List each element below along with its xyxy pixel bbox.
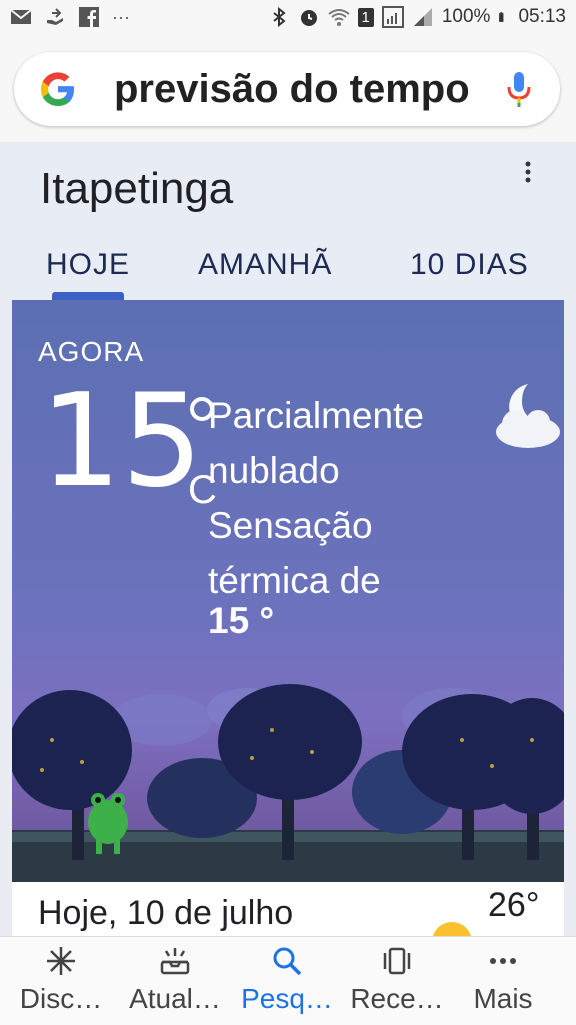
daily-forecast-row[interactable]: Hoje, 10 de julho 26°	[12, 882, 564, 942]
share-hand-icon	[47, 8, 63, 25]
discover-icon	[47, 947, 75, 975]
nav-search[interactable]: Pesq…	[232, 937, 342, 1025]
current-temperature: 15	[40, 367, 203, 516]
moon-cloud-icon	[496, 384, 560, 448]
nav-more[interactable]: Mais	[448, 937, 558, 1025]
signal-strength-icon	[413, 8, 432, 26]
more-notifications-icon: ···	[112, 6, 130, 27]
tab-amanha[interactable]: AMANHÃ	[198, 248, 332, 282]
nav-more-label: Mais	[473, 983, 533, 1014]
nav-updates[interactable]: Atual…	[120, 937, 230, 1025]
now-label: AGORA	[38, 336, 145, 367]
updates-icon	[160, 948, 190, 975]
bluetooth-icon	[272, 6, 286, 28]
feels-like-value: 15 °	[208, 600, 275, 641]
feels-like-label: Sensação térmica de	[208, 505, 381, 601]
night-scene-illustration	[12, 684, 564, 882]
active-tab-indicator	[52, 292, 124, 300]
search-icon	[273, 947, 302, 976]
nav-recent-label: Rece…	[350, 983, 444, 1014]
google-logo-icon[interactable]	[38, 69, 78, 109]
status-right: 1 100% 05:13	[268, 6, 566, 28]
nav-discover[interactable]: Disc…	[6, 937, 116, 1025]
nav-recent[interactable]: Rece…	[342, 937, 452, 1025]
nav-discover-label: Disc…	[19, 983, 103, 1014]
alarm-icon	[300, 10, 317, 26]
bottom-navigation: Disc… Atual… Pesq… Rece… Mais	[0, 936, 576, 1025]
current-weather-panel: AGORA 15 C Parcialmente nublado Sensação…	[12, 300, 564, 882]
recent-icon	[383, 947, 411, 975]
nav-search-label: Pesq…	[241, 983, 333, 1014]
forecast-date: Hoje, 10 de julho	[38, 894, 294, 932]
tab-hoje[interactable]: HOJE	[46, 248, 130, 282]
battery-percent: 100%	[441, 6, 491, 27]
weather-card: Itapetinga HOJE AMANHÃ 10 DIAS AGORA 15 …	[12, 142, 564, 942]
status-time: 05:13	[518, 6, 566, 27]
search-input[interactable]: previsão do tempo	[114, 66, 484, 112]
condition-text: Parcialmente nublado	[208, 395, 424, 491]
weather-condition: Parcialmente nublado Sensação térmica de	[208, 388, 478, 608]
signal-icon	[381, 6, 404, 28]
more-icon	[490, 958, 516, 964]
status-bar: ··· 1 100% 05:13	[0, 0, 576, 38]
tab-10-dias[interactable]: 10 DIAS	[410, 248, 529, 282]
gmail-icon	[10, 9, 32, 24]
overflow-menu-icon[interactable]	[522, 160, 534, 184]
location-title: Itapetinga	[40, 164, 234, 213]
forecast-high-temperature: 26°	[488, 886, 540, 924]
search-bar[interactable]: previsão do tempo	[14, 52, 560, 126]
facebook-icon	[79, 7, 99, 27]
battery-icon	[499, 12, 504, 22]
weather-card-header: Itapetinga HOJE AMANHÃ 10 DIAS	[12, 142, 564, 300]
wifi-icon	[327, 9, 350, 26]
status-left: ···	[10, 6, 130, 28]
nav-updates-label: Atual…	[129, 983, 221, 1014]
sim-badge: 1	[357, 7, 374, 27]
search-header: previsão do tempo	[0, 38, 576, 142]
microphone-icon[interactable]	[504, 69, 534, 109]
